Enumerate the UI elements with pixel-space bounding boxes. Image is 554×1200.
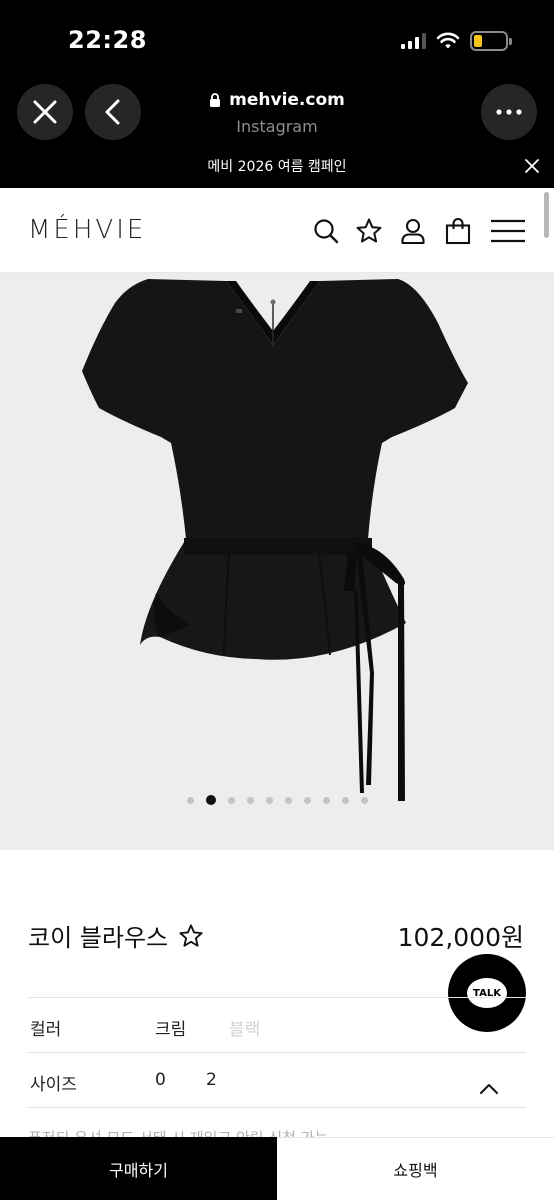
more-options-button[interactable] [481,84,537,140]
search-icon[interactable] [312,217,340,245]
carousel-dot[interactable] [246,796,254,804]
cellular-signal-icon [401,33,426,49]
carousel-dot[interactable] [341,796,349,804]
url-source: Instagram [236,116,318,136]
site-header: MÉHVIE [0,188,554,273]
more-horizontal-icon [496,109,522,115]
carousel-pagination[interactable] [0,795,554,805]
status-time: 22:28 [68,26,147,54]
site-logo[interactable]: MÉHVIE [28,215,146,245]
kakao-talk-button[interactable]: TALK [448,954,526,1032]
color-option-cream[interactable]: 크림 [155,1015,186,1040]
campaign-banner[interactable]: 메비 2026 여름 캠페인 [0,156,554,178]
divider [28,1107,526,1108]
chat-bubble-icon: TALK [467,978,507,1008]
url-bar[interactable]: mehvie.com Instagram [0,90,554,136]
user-icon[interactable] [399,217,427,245]
product-image-carousel[interactable] [0,273,554,850]
carousel-dot[interactable] [205,795,216,805]
buy-now-button[interactable]: 구매하기 [0,1137,277,1200]
battery-icon [470,31,512,51]
bag-icon[interactable] [444,217,472,245]
status-icons [401,30,512,52]
size-option-2[interactable]: 2 [206,1070,217,1090]
page-scrollbar[interactable] [544,192,549,238]
size-option-0[interactable]: 0 [155,1070,166,1090]
menu-icon[interactable] [490,217,526,245]
chevron-up-icon[interactable] [478,1078,500,1100]
carousel-dot[interactable] [284,796,292,804]
wishlist-star-icon[interactable] [178,923,204,949]
wifi-icon [436,32,460,49]
product-photo[interactable] [0,273,554,850]
carousel-dot[interactable] [227,796,235,804]
lock-icon [210,92,221,107]
divider [28,1052,526,1053]
star-icon[interactable] [355,217,383,245]
product-title-row: 코이 블라우스 [28,918,204,953]
carousel-dot[interactable] [265,796,273,804]
color-label: 컬러 [30,1020,62,1040]
browser-chrome: 22:28 mehvie.com Instagram 메비 2026 여름 캠페… [0,0,554,188]
carousel-dot[interactable] [186,796,194,804]
color-option-black[interactable]: 블랙 [229,1015,260,1040]
carousel-dot[interactable] [322,796,330,804]
banner-close-icon[interactable] [522,156,542,176]
carousel-dot[interactable] [360,796,368,804]
size-label: 사이즈 [30,1075,77,1095]
product-name: 코이 블라우스 [28,924,169,952]
add-to-bag-button[interactable]: 쇼핑백 [277,1137,554,1200]
carousel-dot[interactable] [303,796,311,804]
product-price: 102,000원 [397,923,524,952]
url-text: mehvie.com [229,90,345,110]
divider [28,997,526,998]
